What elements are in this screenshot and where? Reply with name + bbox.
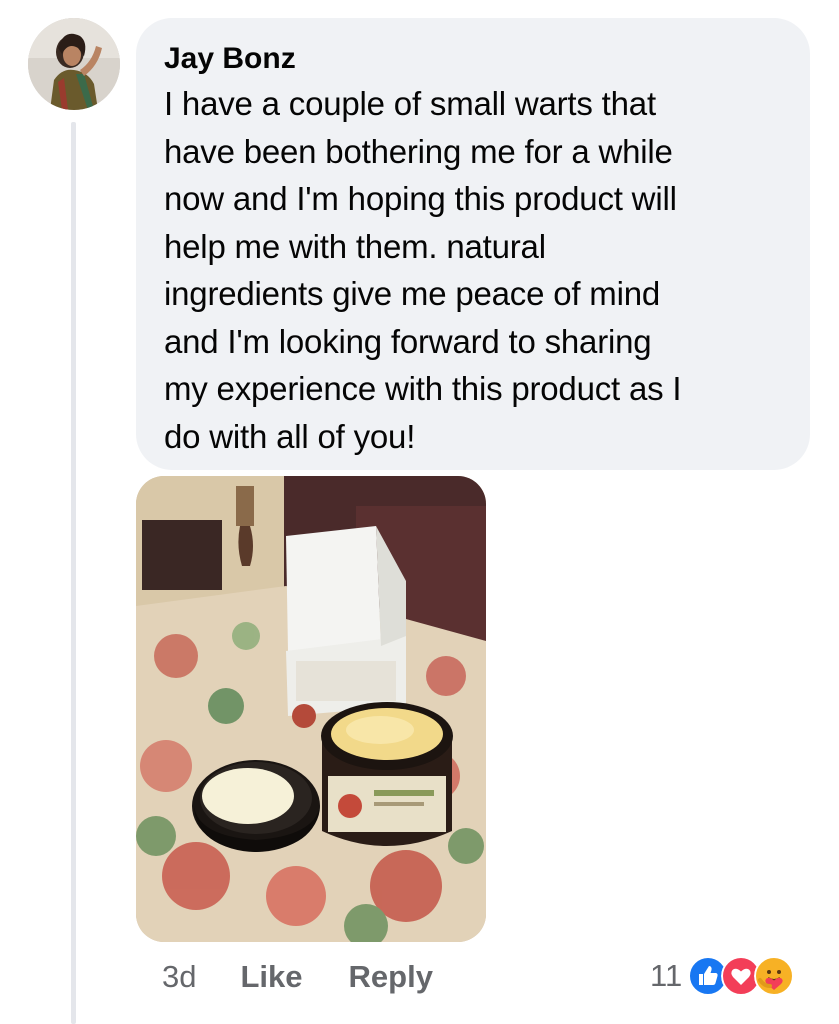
comment-actions: 3d Like Reply <box>162 955 479 999</box>
care-icon <box>754 956 795 996</box>
reply-button[interactable]: Reply <box>349 959 433 995</box>
reaction-icons <box>688 956 795 996</box>
reaction-count: 11 <box>650 958 683 993</box>
profile-photo <box>28 18 120 110</box>
attached-photo[interactable] <box>136 476 486 942</box>
comment-bubble: Jay Bonz I have a couple of small warts … <box>136 18 810 470</box>
author-name[interactable]: Jay Bonz <box>164 40 780 78</box>
comment-text: I have a couple of small warts that have… <box>164 85 682 455</box>
reactions-summary[interactable]: 11 <box>650 952 795 1000</box>
avatar[interactable] <box>28 18 120 110</box>
timestamp[interactable]: 3d <box>162 959 196 995</box>
thread-line <box>71 122 76 1024</box>
like-button[interactable]: Like <box>240 959 302 995</box>
